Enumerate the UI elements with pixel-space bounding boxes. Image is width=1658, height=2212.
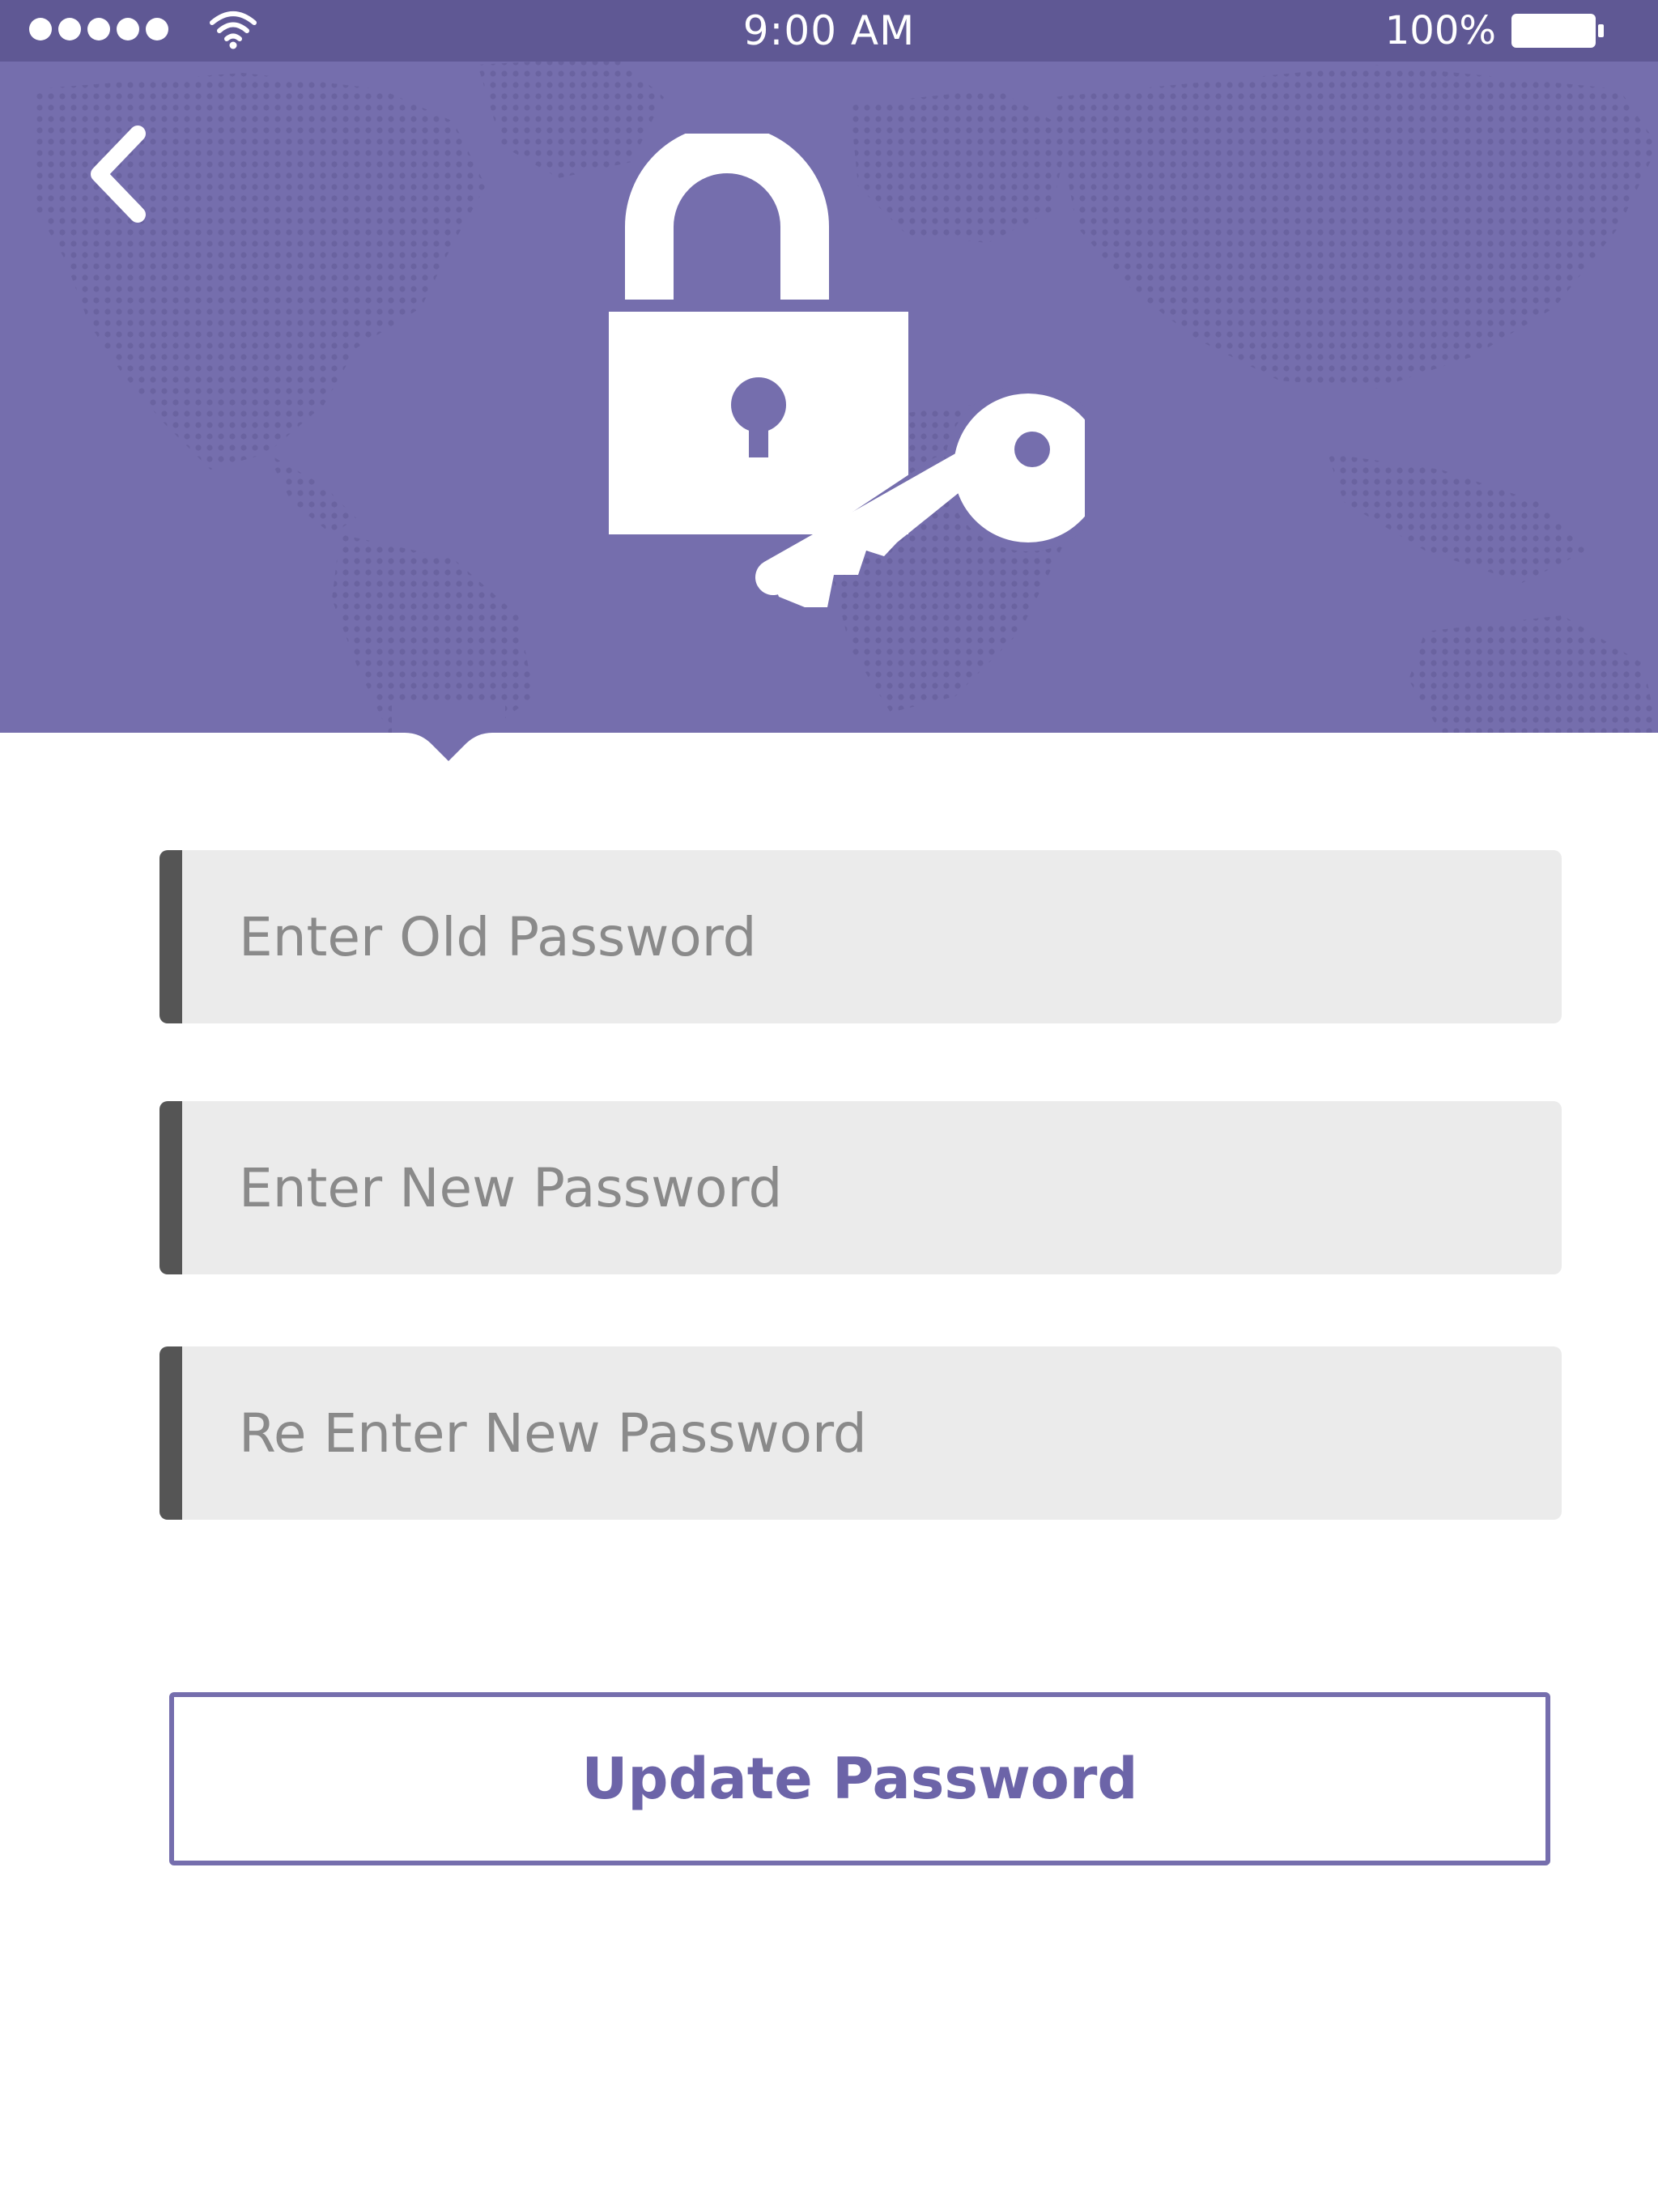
status-bar: 9:00 AM 100%	[0, 0, 1658, 62]
battery-percent: 100%	[1384, 8, 1496, 53]
confirm-password-field	[159, 1346, 1562, 1520]
new-password-field	[159, 1101, 1562, 1274]
change-password-screen: 9:00 AM 100% Update Password	[0, 0, 1658, 2212]
old-password-input[interactable]	[182, 850, 1562, 1023]
new-password-input[interactable]	[182, 1101, 1562, 1274]
header-hero: 9:00 AM 100%	[0, 0, 1658, 733]
old-password-field	[159, 850, 1562, 1023]
update-password-button[interactable]: Update Password	[169, 1692, 1550, 1865]
hero-pointer-notch	[392, 704, 505, 761]
confirm-password-input[interactable]	[182, 1346, 1562, 1520]
battery-icon	[1511, 14, 1604, 48]
back-button[interactable]	[81, 121, 154, 227]
lock-key-icon	[609, 134, 1085, 607]
chevron-left-icon	[91, 125, 146, 223]
